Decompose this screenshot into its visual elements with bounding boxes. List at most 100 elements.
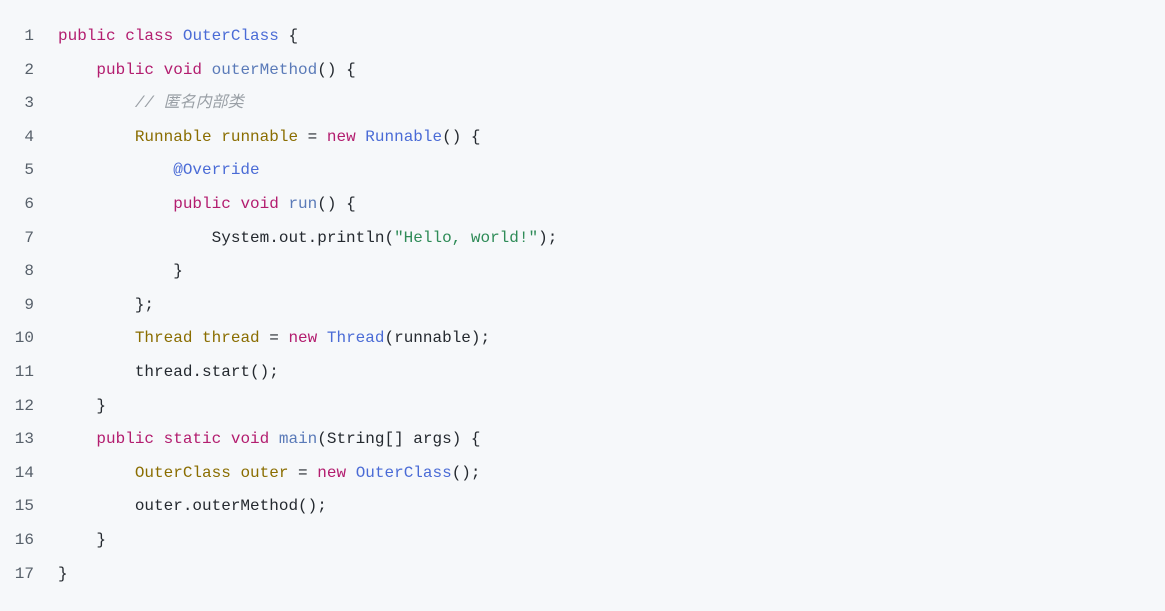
line-content: Runnable runnable = new Runnable() { (58, 121, 1155, 155)
line-number: 13 (10, 423, 58, 457)
code-token: }; (58, 296, 154, 314)
line-number: 1 (10, 20, 58, 54)
code-token (58, 195, 173, 213)
line-content: Thread thread = new Thread(runnable); (58, 322, 1155, 356)
code-token: () { (317, 61, 355, 79)
code-line: 7 System.out.println("Hello, world!"); (10, 222, 1155, 256)
code-token (58, 329, 135, 347)
line-content: public class OuterClass { (58, 20, 1155, 54)
line-number: 15 (10, 490, 58, 524)
code-token: Runnable (365, 128, 442, 146)
code-token: = (288, 464, 317, 482)
code-token (356, 128, 366, 146)
code-token: public (96, 61, 154, 79)
line-content: public static void main(String[] args) { (58, 423, 1155, 457)
code-token (58, 464, 135, 482)
code-token: (String[] args) { (317, 430, 480, 448)
code-token: void (231, 430, 269, 448)
line-number: 4 (10, 121, 58, 155)
line-content: } (58, 390, 1155, 424)
code-token: @Override (173, 161, 259, 179)
line-content: outer.outerMethod(); (58, 490, 1155, 524)
code-token: { (279, 27, 298, 45)
code-token: Runnable (135, 128, 212, 146)
code-token: public (173, 195, 231, 213)
code-token: thread (202, 329, 260, 347)
code-token: run (288, 195, 317, 213)
code-line: 15 outer.outerMethod(); (10, 490, 1155, 524)
code-token (192, 329, 202, 347)
line-number: 14 (10, 457, 58, 491)
line-number: 3 (10, 87, 58, 121)
code-token: outer (240, 464, 288, 482)
code-token: outer.outerMethod(); (58, 497, 327, 515)
line-number: 7 (10, 222, 58, 256)
code-line: 6 public void run() { (10, 188, 1155, 222)
code-token: () { (442, 128, 480, 146)
code-token: runnable (221, 128, 298, 146)
line-content: @Override (58, 154, 1155, 188)
line-content: System.out.println("Hello, world!"); (58, 222, 1155, 256)
code-token: OuterClass (183, 27, 279, 45)
line-content: thread.start(); (58, 356, 1155, 390)
line-content: } (58, 524, 1155, 558)
line-number: 9 (10, 289, 58, 323)
code-token: thread.start(); (58, 363, 279, 381)
code-token (202, 61, 212, 79)
line-number: 10 (10, 322, 58, 356)
line-content: }; (58, 289, 1155, 323)
code-token (116, 27, 126, 45)
code-token: "Hello, world!" (394, 229, 538, 247)
code-line: 17} (10, 558, 1155, 592)
line-content: OuterClass outer = new OuterClass(); (58, 457, 1155, 491)
code-token: } (58, 565, 68, 583)
code-token: System.out.println( (58, 229, 394, 247)
code-line: 11 thread.start(); (10, 356, 1155, 390)
code-line: 5 @Override (10, 154, 1155, 188)
code-token (58, 61, 96, 79)
line-content: public void outerMethod() { (58, 54, 1155, 88)
code-token (279, 195, 289, 213)
code-token: // 匿名内部类 (135, 94, 244, 112)
code-token (58, 94, 135, 112)
code-token: (); (452, 464, 481, 482)
code-token: = (260, 329, 289, 347)
code-line: 2 public void outerMethod() { (10, 54, 1155, 88)
code-token: = (298, 128, 327, 146)
code-token (58, 161, 173, 179)
code-token: new (288, 329, 317, 347)
code-token: OuterClass (135, 464, 231, 482)
code-token: void (240, 195, 278, 213)
code-token (221, 430, 231, 448)
code-token (154, 61, 164, 79)
code-line: 14 OuterClass outer = new OuterClass(); (10, 457, 1155, 491)
line-number: 12 (10, 390, 58, 424)
code-token (317, 329, 327, 347)
code-token: } (58, 262, 183, 280)
code-block: 1public class OuterClass {2 public void … (10, 20, 1155, 591)
code-token (154, 430, 164, 448)
code-token: main (279, 430, 317, 448)
code-token: void (164, 61, 202, 79)
code-token: Thread (135, 329, 193, 347)
line-content: public void run() { (58, 188, 1155, 222)
code-token: new (327, 128, 356, 146)
line-content: // 匿名内部类 (58, 87, 1155, 121)
code-line: 3 // 匿名内部类 (10, 87, 1155, 121)
code-token: ); (538, 229, 557, 247)
code-token (269, 430, 279, 448)
line-number: 8 (10, 255, 58, 289)
code-line: 12 } (10, 390, 1155, 424)
code-line: 10 Thread thread = new Thread(runnable); (10, 322, 1155, 356)
code-token: public (58, 27, 116, 45)
code-token (173, 27, 183, 45)
code-token: Thread (327, 329, 385, 347)
line-number: 16 (10, 524, 58, 558)
code-token: new (317, 464, 346, 482)
line-content: } (58, 558, 1155, 592)
code-token: static (164, 430, 222, 448)
code-token: () { (317, 195, 355, 213)
code-token: (runnable); (384, 329, 490, 347)
code-line: 8 } (10, 255, 1155, 289)
code-token: class (125, 27, 173, 45)
